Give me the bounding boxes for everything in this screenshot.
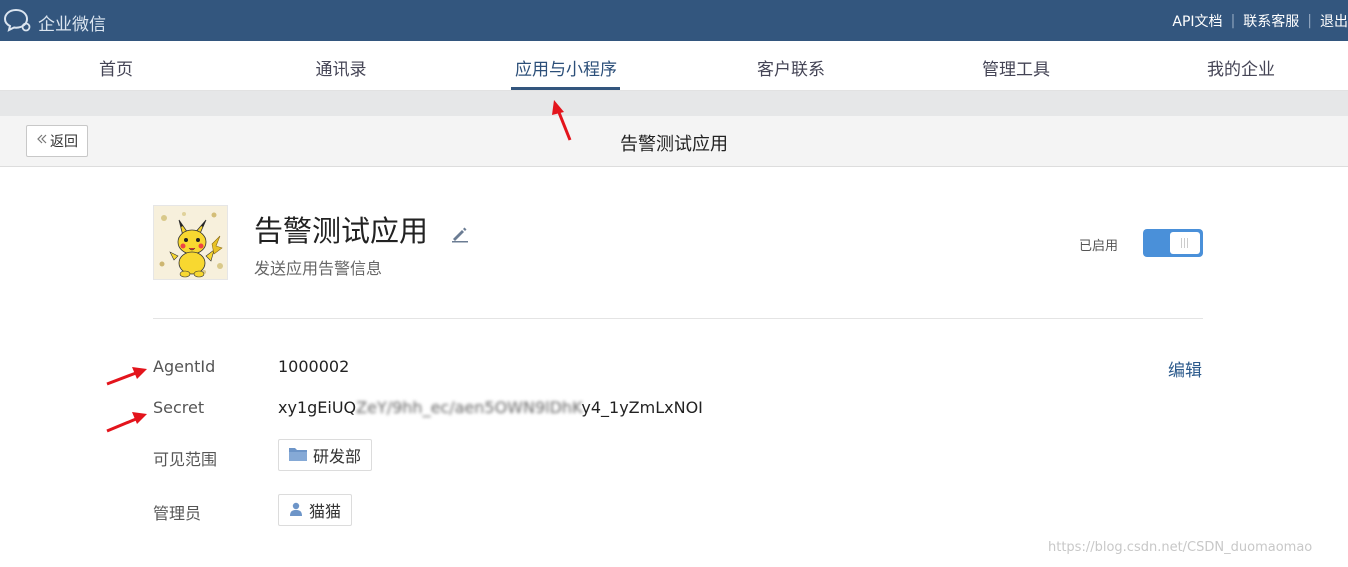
top-bar: 企业微信 API文档 | 联系客服 | 退出 [0, 0, 1348, 41]
visible-scope-label: 可见范围 [153, 450, 218, 469]
app-description: 发送应用告警信息 [254, 259, 383, 278]
api-docs-link[interactable]: API文档 [1172, 11, 1222, 31]
double-chevron-left-icon [36, 133, 48, 149]
pencil-icon[interactable] [450, 225, 470, 247]
admin-value: 猫猫 [309, 502, 342, 521]
nav-customer-contact[interactable]: 客户联系 [726, 55, 856, 80]
nav-home[interactable]: 首页 [51, 55, 181, 80]
logout-link[interactable]: 退出 [1320, 11, 1348, 31]
admin-chip[interactable]: 猫猫 [278, 494, 353, 526]
back-button[interactable]: 返回 [26, 125, 88, 157]
page: 企业微信 API文档 | 联系客服 | 退出 首页 通讯录 应用与小程序 客户联… [0, 0, 1348, 567]
app-logo[interactable] [153, 205, 228, 280]
visible-scope-chip[interactable]: 研发部 [278, 439, 373, 471]
active-tab-indicator [511, 87, 620, 90]
main-nav: 首页 通讯录 应用与小程序 客户联系 管理工具 我的企业 [0, 41, 1348, 91]
annotation-arrow-icon [106, 367, 147, 386]
back-button-label: 返回 [50, 134, 78, 150]
user-icon [289, 501, 303, 520]
nav-management-tools[interactable]: 管理工具 [951, 55, 1081, 80]
watermark: https://blog.csdn.net/CSDN_duomaomao [1048, 540, 1313, 555]
app-name: 告警测试应用 [254, 214, 429, 248]
secret-prefix: xy1gEiUQ [278, 398, 357, 417]
link-separator: | [1307, 13, 1312, 29]
secret-label: Secret [153, 398, 205, 417]
visible-scope-value: 研发部 [313, 447, 362, 466]
gray-strip [0, 91, 1348, 116]
top-links: API文档 | 联系客服 | 退出 [1172, 11, 1348, 31]
toggle-knob [1170, 232, 1200, 254]
agentid-value: 1000002 [278, 357, 350, 376]
agentid-label: AgentId [153, 357, 216, 376]
annotation-arrow-icon [106, 412, 147, 433]
page-title: 告警测试应用 [620, 134, 728, 155]
nav-apps[interactable]: 应用与小程序 [501, 55, 631, 80]
enable-toggle[interactable] [1143, 229, 1203, 257]
secret-obscured: ZeY/9hh_ec/aen5OWN9lDhK [356, 398, 582, 417]
app-status-label: 已启用 [1079, 239, 1119, 254]
sub-header: 告警测试应用 返回 [0, 116, 1348, 167]
contact-support-link[interactable]: 联系客服 [1243, 11, 1299, 31]
wecom-logo-icon [3, 8, 32, 36]
logo[interactable]: 企业微信 [3, 8, 106, 36]
edit-link[interactable]: 编辑 [1168, 356, 1202, 381]
folder-icon [289, 446, 307, 465]
divider [153, 318, 1203, 319]
annotation-arrow-icon [552, 100, 572, 141]
nav-my-enterprise[interactable]: 我的企业 [1176, 55, 1306, 80]
admin-label: 管理员 [153, 504, 202, 523]
secret-suffix: y4_1yZmLxNOI [581, 398, 703, 417]
nav-contacts[interactable]: 通讯录 [276, 55, 406, 80]
secret-value: xy1gEiUQZeY/9hh_ec/aen5OWN9lDhKy4_1yZmLx… [278, 398, 703, 417]
logo-text: 企业微信 [38, 14, 106, 35]
link-separator: | [1230, 13, 1236, 29]
